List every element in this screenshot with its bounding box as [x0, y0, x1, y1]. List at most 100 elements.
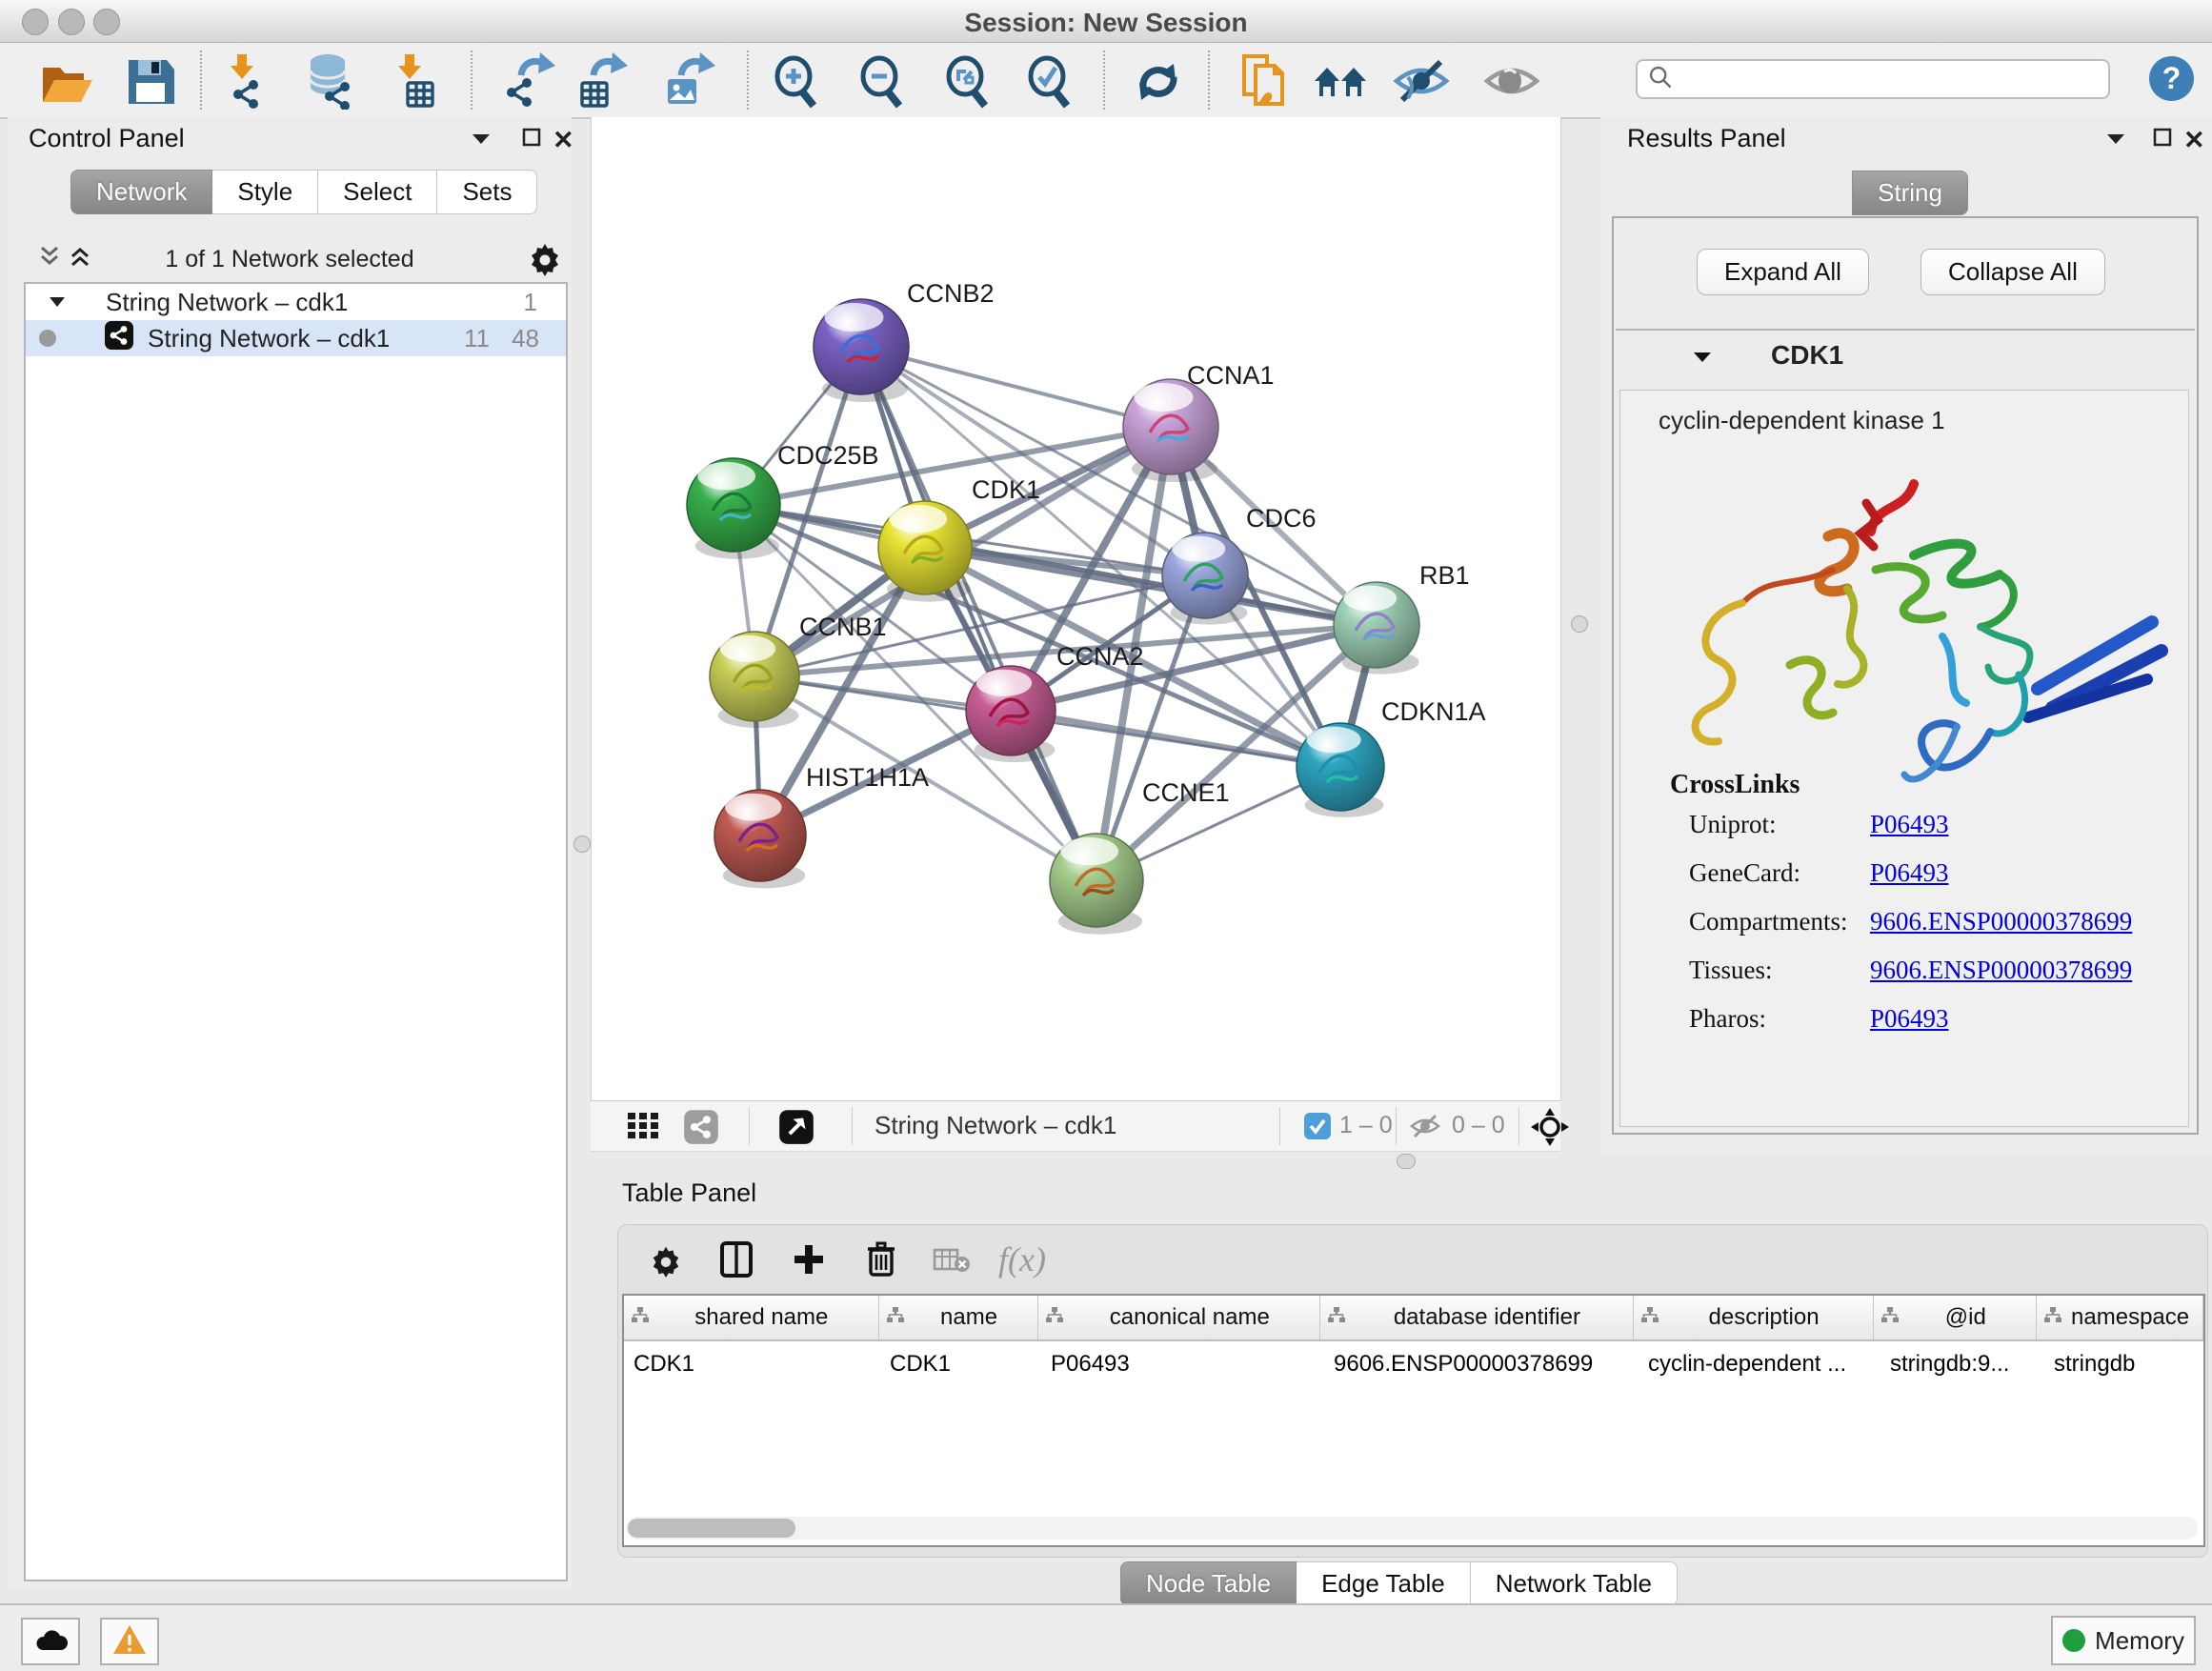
edge-count: 48: [512, 324, 539, 353]
network-options-gear-icon[interactable]: [526, 238, 564, 281]
tab-edge-table[interactable]: Edge Table: [1297, 1561, 1471, 1606]
column-type-icon: [1880, 1304, 1900, 1331]
table-cell[interactable]: cyclin-dependent ...: [1648, 1351, 1846, 1378]
results-panel-float-icon[interactable]: [2151, 126, 2174, 153]
zoom-selected-icon[interactable]: [1019, 52, 1080, 110]
tab-select[interactable]: Select: [318, 170, 437, 214]
crosslink-link[interactable]: P06493: [1870, 1004, 1949, 1034]
import-table-icon[interactable]: [385, 52, 446, 110]
hidden-eye-slash-icon[interactable]: [1408, 1112, 1442, 1145]
export-network-icon[interactable]: [499, 52, 560, 110]
network-node-ccnb2[interactable]: [814, 299, 909, 402]
save-session-icon[interactable]: [120, 52, 181, 110]
control-panel-menu-icon[interactable]: [469, 128, 493, 153]
crosslink-link[interactable]: P06493: [1870, 858, 1949, 888]
network-node-ccna2[interactable]: [966, 666, 1056, 762]
collection-expand-icon[interactable]: [47, 288, 68, 317]
control-panel-close-icon[interactable]: ✕: [553, 126, 574, 155]
table-gear-icon[interactable]: [639, 1235, 693, 1284]
network-label: String Network – cdk1: [148, 324, 390, 353]
tab-style[interactable]: Style: [212, 170, 318, 214]
add-column-icon[interactable]: [710, 1235, 763, 1284]
column-type-icon: [1639, 1304, 1660, 1331]
results-panel-close-icon[interactable]: ✕: [2183, 126, 2205, 155]
export-image-icon[interactable]: [659, 52, 720, 110]
table-cell[interactable]: stringdb:9...: [1890, 1351, 2009, 1378]
table-cell[interactable]: CDK1: [890, 1351, 951, 1378]
home-layout-icon[interactable]: [1311, 52, 1372, 110]
publication-copy-icon[interactable]: [1233, 52, 1294, 110]
column-header--id[interactable]: @id: [1874, 1296, 2037, 1339]
cytoscape-window: Session: New Session ? Control Panel ✕ N…: [0, 0, 2212, 1671]
column-header-shared-name[interactable]: shared name: [624, 1296, 879, 1339]
table-cell[interactable]: 9606.ENSP00000378699: [1334, 1351, 1593, 1378]
scrollbar-thumb[interactable]: [628, 1519, 795, 1538]
add-row-icon[interactable]: [782, 1235, 835, 1284]
node-label: CCNA1: [1187, 361, 1275, 390]
column-header-canonical-name[interactable]: canonical name: [1038, 1296, 1320, 1339]
delete-table-icon[interactable]: [855, 1235, 908, 1284]
results-panel-menu-icon[interactable]: [2103, 128, 2128, 153]
refresh-icon[interactable]: [1128, 52, 1189, 110]
memory-button[interactable]: Memory: [2051, 1616, 2196, 1665]
open-file-icon[interactable]: [36, 52, 97, 110]
show-graphics-icon[interactable]: [1481, 52, 1542, 110]
node-table[interactable]: shared namenamecanonical namedatabase id…: [622, 1294, 2205, 1547]
export-table-icon[interactable]: [572, 52, 633, 110]
string-network-icon: [104, 320, 134, 357]
table-horizontal-scrollbar[interactable]: [626, 1517, 2198, 1540]
network-node-ccnb1[interactable]: [710, 632, 799, 728]
network-node-cdc6[interactable]: [1162, 533, 1248, 625]
zoom-out-icon[interactable]: [852, 52, 913, 110]
network-node-ccna1[interactable]: [1123, 379, 1218, 482]
warnings-button[interactable]: [100, 1618, 159, 1665]
network-node-rb1[interactable]: [1334, 582, 1419, 674]
crosslink-link[interactable]: P06493: [1870, 810, 1949, 839]
column-header-namespace[interactable]: namespace: [2037, 1296, 2203, 1339]
crosslink-link[interactable]: 9606.ENSP00000378699: [1870, 956, 2132, 985]
search-field[interactable]: [1636, 59, 2110, 99]
selected-checkbox-icon[interactable]: [1303, 1112, 1332, 1145]
tab-network-table[interactable]: Network Table: [1471, 1561, 1678, 1606]
network-view-canvas[interactable]: CCNB2CCNA1CDC25BCDK1CDC6RB1CCNB1CCNA2CDK…: [591, 117, 1561, 1100]
cloud-status-button[interactable]: [21, 1618, 80, 1665]
tab-node-table[interactable]: Node Table: [1120, 1561, 1297, 1606]
collapse-all-button[interactable]: Collapse All: [1920, 249, 2105, 295]
import-network-icon[interactable]: [217, 52, 278, 110]
tab-network[interactable]: Network: [70, 170, 212, 214]
column-header-description[interactable]: description: [1634, 1296, 1875, 1339]
search-input[interactable]: [1681, 65, 2108, 93]
expand-all-button[interactable]: Expand All: [1697, 249, 1869, 295]
control-panel-float-icon[interactable]: [520, 126, 543, 153]
help-button[interactable]: ?: [2149, 56, 2194, 101]
network-row-selected[interactable]: String Network – cdk1 11 48: [26, 320, 566, 356]
network-node-hist1h1a[interactable]: [714, 790, 806, 888]
detach-view-icon[interactable]: [778, 1109, 814, 1150]
zoom-fit-icon[interactable]: [937, 52, 998, 110]
table-cell[interactable]: CDK1: [633, 1351, 694, 1378]
grid-view-icon[interactable]: [626, 1111, 660, 1146]
crosslink-label: Compartments:: [1689, 907, 1847, 936]
table-cell[interactable]: stringdb: [2054, 1351, 2135, 1378]
crosslink-link[interactable]: 9606.ENSP00000378699: [1870, 907, 2132, 936]
right-splitter-handle[interactable]: [1571, 615, 1588, 633]
network-node-ccne1[interactable]: [1050, 834, 1143, 935]
network-collection-row[interactable]: String Network – cdk1 1: [26, 284, 566, 320]
collection-label: String Network – cdk1: [106, 288, 348, 317]
network-share-icon[interactable]: [683, 1109, 719, 1150]
column-header-database-identifier[interactable]: database identifier: [1320, 1296, 1634, 1339]
network-node-cdc25b[interactable]: [687, 458, 780, 559]
zoom-in-icon[interactable]: [766, 52, 827, 110]
network-node-cdkn1a[interactable]: [1297, 723, 1384, 817]
cdk1-collapse-icon[interactable]: [1690, 346, 1715, 372]
hide-unhide-icon[interactable]: [1391, 52, 1452, 110]
left-splitter-handle[interactable]: [573, 836, 591, 853]
node-label: CCNA2: [1056, 642, 1144, 671]
import-database-icon[interactable]: [299, 52, 360, 110]
column-header-name[interactable]: name: [879, 1296, 1039, 1339]
tab-sets[interactable]: Sets: [437, 170, 537, 214]
table-cell[interactable]: P06493: [1051, 1351, 1130, 1378]
tab-string[interactable]: String: [1852, 171, 1968, 215]
network-node-cdk1[interactable]: [878, 501, 972, 602]
crosshair-icon[interactable]: [1530, 1107, 1570, 1152]
